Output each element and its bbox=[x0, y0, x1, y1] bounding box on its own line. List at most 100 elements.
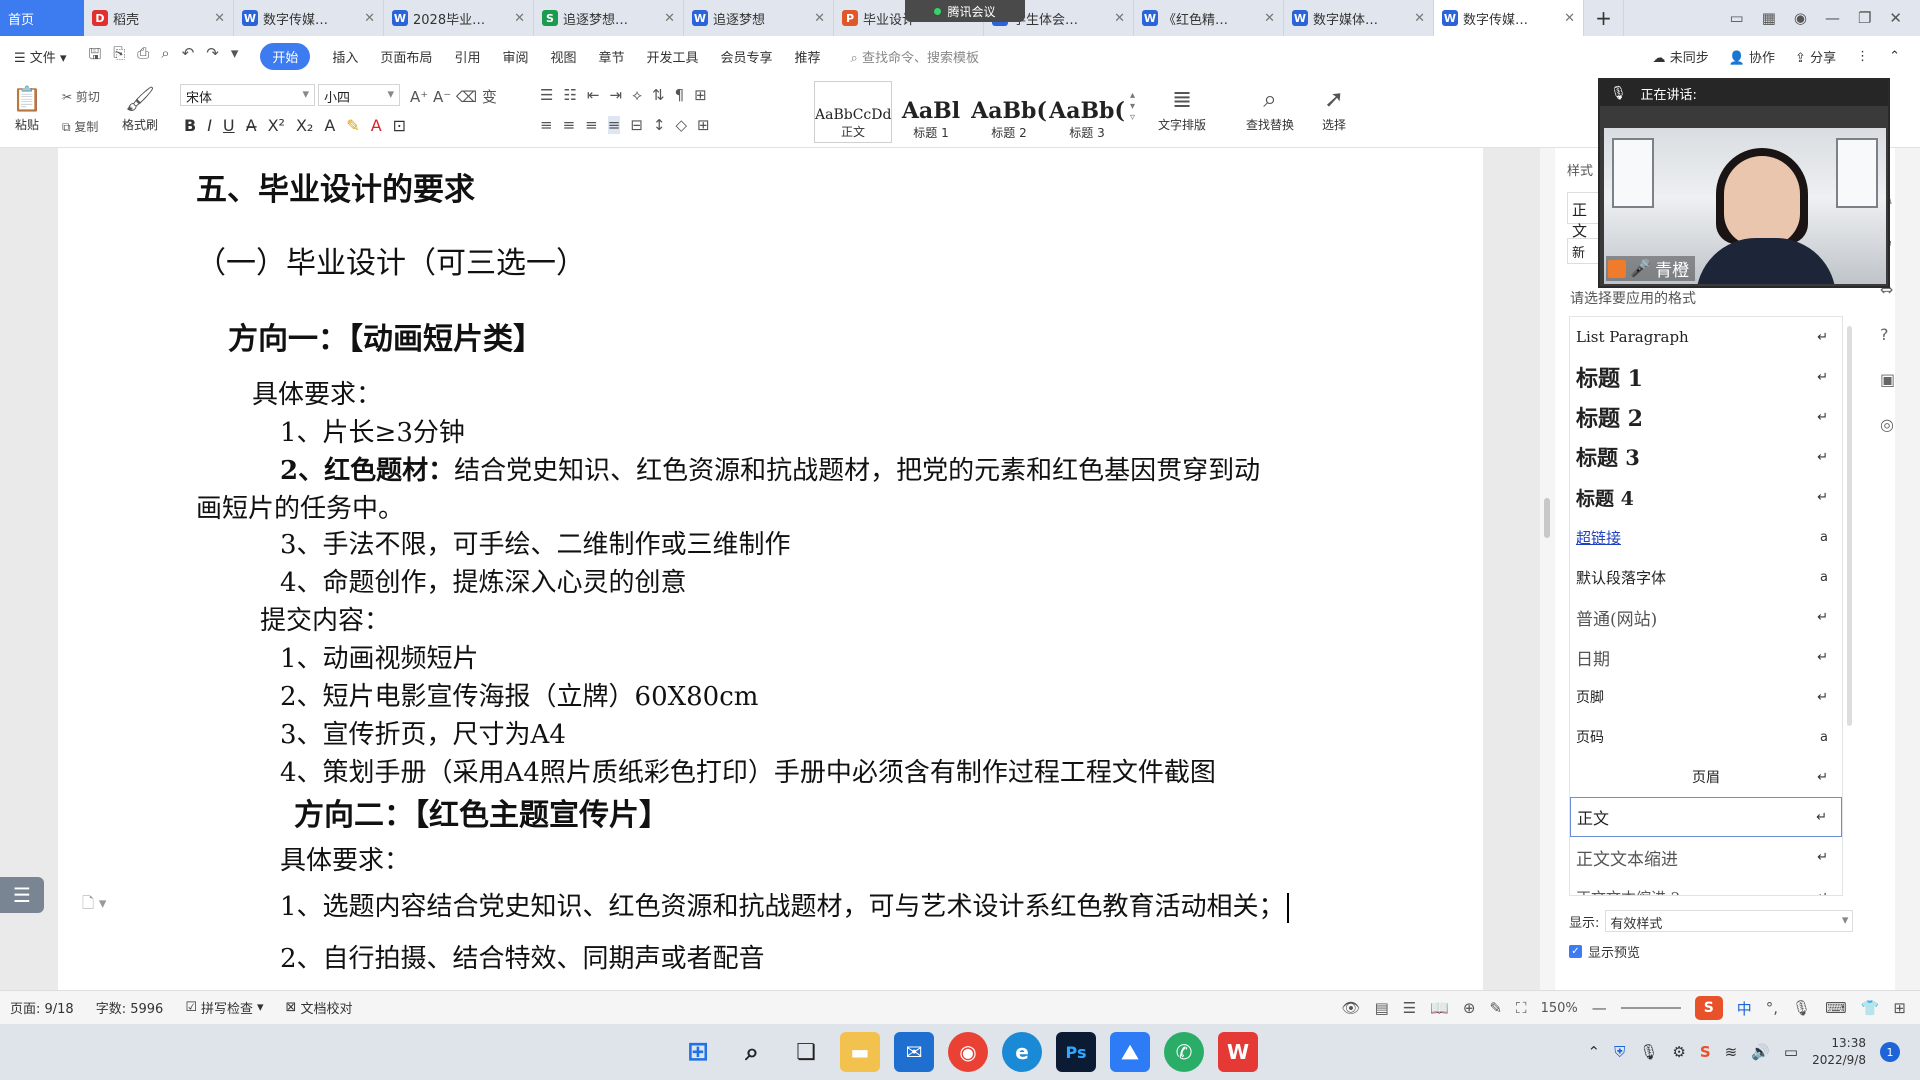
chrome-icon[interactable]: ◉ bbox=[948, 1032, 988, 1072]
font-size-select[interactable]: 小四 ▾ bbox=[318, 84, 400, 106]
style-list-item[interactable]: 普通(网站) ↵ bbox=[1570, 597, 1842, 637]
menu-tab[interactable]: 开始 bbox=[260, 42, 311, 70]
borders-icon[interactable]: ⊞ bbox=[697, 116, 710, 134]
italic-icon[interactable]: I bbox=[207, 116, 212, 135]
photos-icon[interactable]: ⛰ bbox=[1110, 1032, 1150, 1072]
document-tab[interactable]: S 追逐梦想… ✕ bbox=[534, 0, 684, 36]
menu-tab[interactable]: 会员专享 bbox=[721, 47, 773, 66]
style-list-item[interactable]: 页脚 ↵ bbox=[1570, 677, 1842, 717]
collapse-ribbon-icon[interactable]: ⌃ bbox=[1889, 49, 1900, 64]
document-tab[interactable]: 首页 bbox=[0, 0, 84, 36]
menu-tab[interactable]: 引用 bbox=[454, 47, 480, 66]
show-filter-select[interactable]: 有效样式 ▾ bbox=[1605, 910, 1854, 932]
align-center-icon[interactable]: ≡ bbox=[563, 116, 576, 134]
style-list-item[interactable]: 正文文本缩进 2 ↵ bbox=[1570, 877, 1842, 896]
outline-view-icon[interactable]: ☰ bbox=[1403, 999, 1416, 1017]
more-menu-icon[interactable]: ⋮ bbox=[1856, 49, 1869, 64]
search-icon[interactable]: ⌕ bbox=[732, 1032, 772, 1072]
edge-icon[interactable]: e bbox=[1002, 1032, 1042, 1072]
decrease-indent-icon[interactable]: ⇤ bbox=[587, 86, 600, 104]
word-count[interactable]: 字数: 5996 bbox=[96, 998, 164, 1017]
style-list-item[interactable]: 页码 a bbox=[1570, 717, 1842, 757]
style-preset[interactable]: AaBb(标题 3 bbox=[1048, 81, 1126, 143]
comment-icon[interactable]: 🗋 ▾ bbox=[82, 893, 106, 918]
image-tool-icon[interactable]: ▣ bbox=[1880, 370, 1895, 389]
layout-icon[interactable]: ▭ bbox=[1730, 9, 1744, 27]
meeting-indicator[interactable]: 腾讯会议 bbox=[905, 0, 1025, 22]
undo-icon[interactable]: ↶ bbox=[182, 44, 195, 69]
more-icon[interactable]: ▾ bbox=[231, 44, 239, 69]
table-icon[interactable]: ⊞ bbox=[694, 86, 707, 104]
file-explorer-icon[interactable]: ▬ bbox=[840, 1032, 880, 1072]
document-tab[interactable]: W 数字传媒… ✕ bbox=[234, 0, 384, 36]
doc-paragraph[interactable]: 2、红色题材：结合党史知识、红色资源和抗战题材，把党的元素和红色基因贯穿到动 bbox=[280, 450, 1260, 487]
restore-icon[interactable]: ❐ bbox=[1858, 9, 1871, 27]
doc-paragraph[interactable]: 具体要求： bbox=[280, 840, 410, 877]
menu-action-0[interactable]: ☁ 未同步 bbox=[1653, 47, 1709, 66]
read-view-icon[interactable]: 📖 bbox=[1430, 999, 1449, 1017]
tray-mic-icon[interactable]: 🎙 bbox=[1639, 1043, 1658, 1061]
photoshop-icon[interactable]: Ps bbox=[1056, 1032, 1096, 1072]
gallery-scroll-icon[interactable]: ▴ ▾ ▿ bbox=[1130, 90, 1135, 123]
wechat-icon[interactable]: ✆ bbox=[1164, 1032, 1204, 1072]
outline-toggle-button[interactable]: ☰ bbox=[0, 877, 44, 913]
doc-paragraph[interactable]: 1、片长≥3分钟 bbox=[280, 412, 465, 449]
doc-paragraph[interactable]: 2、自行拍摄、结合特效、同期声或者配音 bbox=[280, 938, 765, 975]
tab-close-icon[interactable]: ✕ bbox=[814, 11, 825, 26]
doc-paragraph[interactable]: 3、手法不限，可手绘、二维制作或三维制作 bbox=[280, 524, 791, 561]
style-list-item[interactable]: List Paragraph ↵ bbox=[1570, 317, 1842, 357]
tab-close-icon[interactable]: ✕ bbox=[364, 11, 375, 26]
sort-icon[interactable]: ⇅ bbox=[652, 86, 665, 104]
tab-close-icon[interactable]: ✕ bbox=[514, 11, 525, 26]
chinese-layout-icon[interactable]: ⟡ bbox=[632, 86, 642, 104]
help-icon[interactable]: ? bbox=[1880, 325, 1895, 344]
mail-icon[interactable]: ✉ bbox=[894, 1032, 934, 1072]
tab-close-icon[interactable]: ✕ bbox=[1414, 11, 1425, 26]
font-color-icon[interactable]: A bbox=[371, 116, 382, 135]
document-tab[interactable]: W 追逐梦想 ✕ bbox=[684, 0, 834, 36]
preview-icon[interactable]: ⌕ bbox=[161, 44, 169, 69]
doc-paragraph[interactable]: 1、动画视频短片 bbox=[280, 638, 479, 675]
redo-icon[interactable]: ↷ bbox=[206, 44, 219, 69]
menu-tab[interactable]: 插入 bbox=[332, 47, 358, 66]
style-list-item[interactable]: 标题 4 ↵ bbox=[1570, 477, 1842, 517]
text-layout-button[interactable]: ≣ 文字排版 bbox=[1158, 82, 1206, 133]
paste-button[interactable]: 📋 粘贴 bbox=[12, 82, 42, 133]
bullet-list-icon[interactable]: ☰ bbox=[540, 86, 553, 104]
doc-paragraph[interactable]: 具体要求： bbox=[252, 374, 382, 411]
scroll-thumb[interactable] bbox=[1544, 498, 1550, 538]
voice-input-icon[interactable]: 🎙 bbox=[1792, 999, 1811, 1017]
eye-icon[interactable]: 👁 bbox=[1342, 999, 1361, 1017]
doc-paragraph[interactable]: 4、命题创作，提炼深入心灵的创意 bbox=[280, 562, 687, 599]
show-marks-icon[interactable]: ¶ bbox=[675, 86, 685, 104]
page-indicator[interactable]: 页面: 9/18 bbox=[10, 998, 74, 1017]
punctuation-icon[interactable]: °, bbox=[1766, 999, 1778, 1017]
wps-icon[interactable]: W bbox=[1218, 1032, 1258, 1072]
zoom-slider[interactable] bbox=[1620, 1007, 1681, 1009]
proofread-button[interactable]: ⊠ 文档校对 bbox=[286, 998, 353, 1017]
menu-tab[interactable]: 审阅 bbox=[502, 47, 528, 66]
find-replace-button[interactable]: ⌕ 查找替换 bbox=[1246, 82, 1294, 133]
doc-paragraph[interactable]: 方向一：【动画短片类】 bbox=[228, 314, 543, 358]
checkbox-checked-icon[interactable]: ✓ bbox=[1569, 945, 1582, 958]
align-left-icon[interactable]: ≡ bbox=[540, 116, 553, 134]
tab-close-icon[interactable]: ✕ bbox=[1264, 11, 1275, 26]
tab-close-icon[interactable]: ✕ bbox=[1564, 11, 1575, 26]
command-search[interactable]: ⌕ 查找命令、搜索模板 bbox=[851, 47, 979, 66]
tab-close-icon[interactable]: ✕ bbox=[664, 11, 675, 26]
fit-page-icon[interactable]: ⛶ bbox=[1516, 999, 1527, 1017]
tray-expand-icon[interactable]: ⌃ bbox=[1587, 1043, 1600, 1061]
document-tab[interactable]: W 2028毕业… ✕ bbox=[384, 0, 534, 36]
doc-paragraph[interactable]: 2、短片电影宣传海报（立牌）60X80cm bbox=[280, 676, 758, 713]
menu-action-1[interactable]: 👤 协作 bbox=[1729, 47, 1775, 66]
menu-action-2[interactable]: ⇪ 分享 bbox=[1795, 47, 1836, 66]
new-tab-icon[interactable]: + bbox=[1584, 0, 1624, 36]
doc-paragraph[interactable]: 画短片的任务中。 bbox=[196, 488, 404, 525]
font-grow-icon[interactable]: A⁺ A⁻ ⌫ 变 bbox=[410, 86, 497, 107]
select-button[interactable]: ➚ 选择 bbox=[1322, 82, 1346, 133]
ime-mode[interactable]: 中 bbox=[1737, 998, 1752, 1019]
zoom-level[interactable]: 150% bbox=[1541, 1001, 1578, 1016]
style-preset[interactable]: AaBbCcDd 正文 bbox=[814, 81, 892, 143]
document-tab[interactable]: W 《红色精… ✕ bbox=[1134, 0, 1284, 36]
web-view-icon[interactable]: ⊕ bbox=[1463, 999, 1476, 1017]
